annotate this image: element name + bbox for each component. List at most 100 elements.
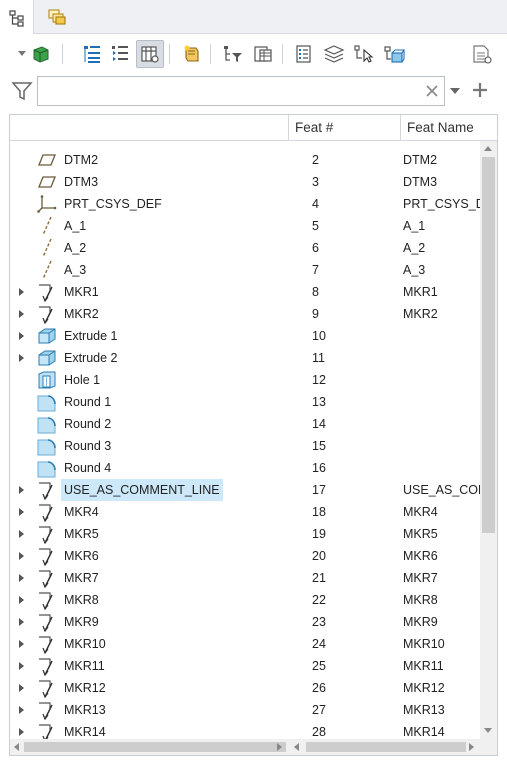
tree-row[interactable]: MKR9 23 MKR9: [10, 611, 480, 633]
feature-name-label[interactable]: MKR10: [64, 633, 106, 655]
tree-row[interactable]: USE_AS_COMMENT_LINE 17 USE_AS_COMMENT_LINE: [10, 479, 480, 501]
feature-name-label[interactable]: Hole 1: [64, 369, 100, 391]
tree-row[interactable]: DTM3 3 DTM3: [10, 171, 480, 193]
tree-row[interactable]: MKR10 24 MKR10: [10, 633, 480, 655]
feature-name-label[interactable]: Round 3: [64, 435, 111, 457]
clear-icon[interactable]: [424, 83, 440, 99]
feature-name-label[interactable]: Extrude 2: [64, 347, 118, 369]
scroll-up-icon[interactable]: [484, 146, 492, 151]
horizontal-scroll-thumb-tree[interactable]: [24, 742, 286, 752]
feature-name-label[interactable]: PRT_CSYS_DEF: [64, 193, 162, 215]
feature-name-label[interactable]: Extrude 1: [64, 325, 118, 347]
properties-button[interactable]: [290, 40, 318, 68]
expand-arrow-icon[interactable]: [19, 596, 24, 604]
expand-arrow-icon[interactable]: [19, 684, 24, 692]
feature-name-label[interactable]: MKR9: [64, 611, 99, 633]
expand-arrow-icon[interactable]: [19, 706, 24, 714]
tab-model-tree[interactable]: [0, 0, 34, 35]
feature-name-label[interactable]: MKR12: [64, 677, 106, 699]
page-settings-button[interactable]: [468, 40, 496, 68]
tree-row[interactable]: Round 4 16: [10, 457, 480, 479]
expand-arrow-icon[interactable]: [19, 310, 24, 318]
expand-arrow-icon[interactable]: [19, 618, 24, 626]
vertical-scrollbar[interactable]: [480, 141, 497, 739]
feature-name-label[interactable]: MKR1: [64, 281, 99, 303]
tree-settings-button[interactable]: [249, 40, 277, 68]
scroll-left-icon[interactable]: [14, 743, 19, 751]
expand-arrow-icon[interactable]: [19, 354, 24, 362]
scroll-down-icon[interactable]: [484, 728, 492, 733]
feature-name-label[interactable]: MKR8: [64, 589, 99, 611]
tree-row[interactable]: MKR4 18 MKR4: [10, 501, 480, 523]
tree-row[interactable]: Hole 1 12: [10, 369, 480, 391]
tab-layers[interactable]: [40, 0, 74, 34]
feature-name-label[interactable]: MKR5: [64, 523, 99, 545]
tree-row[interactable]: MKR5 19 MKR5: [10, 523, 480, 545]
tree-row[interactable]: A_2 6 A_2: [10, 237, 480, 259]
feature-name-label[interactable]: A_2: [64, 237, 86, 259]
feature-name-label[interactable]: MKR4: [64, 501, 99, 523]
feature-name-label[interactable]: DTM2: [64, 149, 98, 171]
expand-arrow-icon[interactable]: [19, 288, 24, 296]
horizontal-scroll-thumb-columns[interactable]: [306, 742, 466, 752]
tree-row[interactable]: MKR11 25 MKR11: [10, 655, 480, 677]
select-button[interactable]: [350, 40, 378, 68]
expand-arrow-icon[interactable]: [19, 508, 24, 516]
expand-arrow-icon[interactable]: [19, 728, 24, 736]
expand-arrow-icon[interactable]: [19, 332, 24, 340]
expand-arrow-icon[interactable]: [19, 552, 24, 560]
tree-row[interactable]: Extrude 1 10: [10, 325, 480, 347]
expand-tree-button[interactable]: [78, 40, 106, 68]
tree-row[interactable]: MKR14 28 MKR14: [10, 721, 480, 739]
feature-name-label[interactable]: MKR7: [64, 567, 99, 589]
tree-row[interactable]: Extrude 2 11: [10, 347, 480, 369]
scroll-right-icon[interactable]: [469, 743, 474, 751]
feature-name-label[interactable]: A_1: [64, 215, 86, 237]
expand-arrow-icon[interactable]: [19, 486, 24, 494]
layer-tree-button[interactable]: [320, 40, 348, 68]
tree-row[interactable]: MKR8 22 MKR8: [10, 589, 480, 611]
tree-row[interactable]: PRT_CSYS_DEF 4 PRT_CSYS_DEF: [10, 193, 480, 215]
tree-row[interactable]: MKR6 20 MKR6: [10, 545, 480, 567]
tree-row[interactable]: Round 3 15: [10, 435, 480, 457]
feature-name-label[interactable]: USE_AS_COMMENT_LINE: [61, 479, 223, 501]
tree-row[interactable]: MKR7 21 MKR7: [10, 567, 480, 589]
model-button[interactable]: [380, 40, 408, 68]
feature-name-label[interactable]: DTM3: [64, 171, 98, 193]
feature-name-label[interactable]: MKR14: [64, 721, 106, 739]
tree-row[interactable]: Round 1 13: [10, 391, 480, 413]
feature-name-label[interactable]: MKR6: [64, 545, 99, 567]
column-header-feat-name[interactable]: Feat Name: [400, 115, 497, 141]
tree-row[interactable]: A_1 5 A_1: [10, 215, 480, 237]
tree-row[interactable]: MKR12 26 MKR12: [10, 677, 480, 699]
feature-name-label[interactable]: Round 4: [64, 457, 111, 479]
feature-name-label[interactable]: MKR2: [64, 303, 99, 325]
tree-row[interactable]: MKR2 9 MKR2: [10, 303, 480, 325]
display-style-button[interactable]: [12, 40, 56, 68]
column-header-tree[interactable]: [10, 115, 288, 141]
scroll-right-icon[interactable]: [277, 743, 282, 751]
feature-name-label[interactable]: MKR13: [64, 699, 106, 721]
search-input[interactable]: [37, 76, 445, 106]
horizontal-scrollbar[interactable]: [10, 739, 497, 755]
feature-name-label[interactable]: MKR11: [64, 655, 105, 677]
expand-arrow-icon[interactable]: [19, 640, 24, 648]
tree-row[interactable]: Round 2 14: [10, 413, 480, 435]
expand-arrow-icon[interactable]: [19, 574, 24, 582]
feature-name-label[interactable]: A_3: [64, 259, 86, 281]
filter-tree-button[interactable]: [219, 40, 247, 68]
chevron-down-icon[interactable]: [449, 86, 461, 96]
expand-arrow-icon[interactable]: [19, 662, 24, 670]
tree-row[interactable]: MKR13 27 MKR13: [10, 699, 480, 721]
feature-name-label[interactable]: Round 2: [64, 413, 111, 435]
insert-marker-button[interactable]: [178, 40, 206, 68]
feature-name-label[interactable]: Round 1: [64, 391, 111, 413]
tree-row[interactable]: MKR1 8 MKR1: [10, 281, 480, 303]
scroll-left-icon[interactable]: [294, 743, 299, 751]
funnel-icon[interactable]: [11, 80, 33, 102]
tree-row[interactable]: DTM2 2 DTM2: [10, 149, 480, 171]
add-icon[interactable]: [471, 81, 489, 99]
expand-arrow-icon[interactable]: [19, 530, 24, 538]
column-header-feat-num[interactable]: Feat #: [288, 115, 400, 141]
tree-row[interactable]: A_3 7 A_3: [10, 259, 480, 281]
